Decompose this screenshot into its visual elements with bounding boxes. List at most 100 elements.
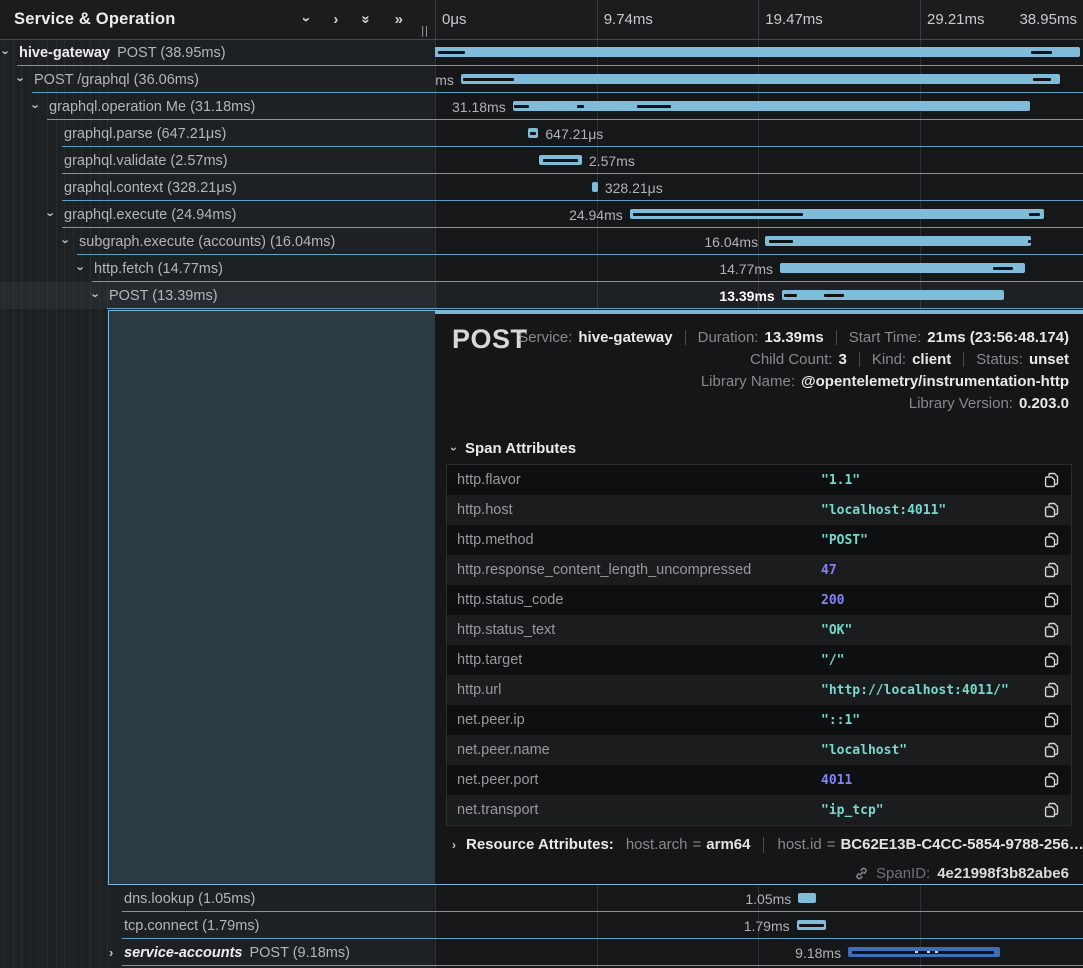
span-duration-bar[interactable]: [797, 920, 827, 930]
ruler-tick-label: 29.21ms: [927, 0, 985, 39]
span-toggle-chevron-icon[interactable]: ›: [79, 255, 83, 282]
copy-icon[interactable]: [1044, 682, 1059, 699]
span-duration-label: 14.77ms: [719, 255, 773, 282]
detail-row-bottom-border: [108, 884, 1083, 885]
span-row[interactable]: › http.fetch (14.77ms) 14.77ms: [0, 255, 1083, 282]
attribute-row: net.transport "ip_tcp": [447, 795, 1071, 825]
span-name-cell[interactable]: › POST (13.39ms): [0, 282, 435, 309]
span-attributes-header[interactable]: › Span Attributes: [452, 440, 576, 457]
span-name-cell[interactable]: graphql.parse (647.21μs): [0, 120, 435, 147]
span-name-cell[interactable]: › POST /graphql (36.06ms): [0, 66, 435, 93]
expand-one-icon[interactable]: ›: [333, 12, 338, 27]
span-row[interactable]: › POST /graphql (36.06ms) 36.06ms: [0, 66, 1083, 93]
span-row[interactable]: graphql.validate (2.57ms) 2.57ms: [0, 147, 1083, 174]
attribute-row: http.url "http://localhost:4011/": [447, 675, 1071, 705]
copy-icon[interactable]: [1044, 592, 1059, 609]
span-row[interactable]: › graphql.execute (24.94ms) 24.94ms: [0, 201, 1083, 228]
span-name-cell[interactable]: tcp.connect (1.79ms): [0, 912, 435, 939]
copy-icon[interactable]: [1044, 712, 1059, 729]
span-duration-bar[interactable]: [780, 263, 1025, 273]
span-toggle-chevron-icon[interactable]: ›: [109, 939, 113, 966]
copy-icon[interactable]: [1044, 772, 1059, 789]
span-detail-title: POST: [452, 324, 528, 355]
span-duration-bar[interactable]: [798, 893, 815, 903]
span-bar-cell: 16.04ms: [435, 228, 1083, 255]
span-bar-cell: 328.21μs: [435, 174, 1083, 201]
span-row[interactable]: › hive-gateway POST (38.95ms) 38.95ms: [0, 39, 1083, 66]
resource-attribute-value: arm64: [706, 836, 750, 853]
link-icon[interactable]: [854, 866, 869, 881]
overview-field-label: Library Version:: [909, 395, 1013, 412]
attribute-row: http.status_text "OK": [447, 615, 1071, 645]
copy-icon[interactable]: [1044, 652, 1059, 669]
span-row[interactable]: › service-accounts POST (9.18ms) 9.18ms: [0, 939, 1083, 966]
resource-attribute-key: host.arch: [626, 836, 688, 853]
span-operation-name: subgraph.execute (accounts) (16.04ms): [79, 234, 335, 250]
collapse-all-icon[interactable]: »: [359, 15, 374, 23]
span-duration-bar[interactable]: [435, 47, 1080, 57]
span-duration-bar[interactable]: [765, 236, 1031, 246]
span-id-row: SpanID: 4e21998f3b82abe6: [854, 865, 1069, 882]
attribute-value: 47: [821, 563, 837, 578]
span-duration-label: 36.06ms: [435, 66, 454, 93]
span-name-cell[interactable]: graphql.validate (2.57ms): [0, 147, 435, 174]
span-row[interactable]: tcp.connect (1.79ms) 1.79ms: [0, 912, 1083, 939]
span-toggle-chevron-icon[interactable]: ›: [19, 66, 23, 93]
overview-field-label: Library Name:: [701, 373, 795, 390]
overview-field-label: Duration:: [698, 329, 759, 346]
span-duration-bar[interactable]: [461, 74, 1060, 84]
span-row[interactable]: › POST (13.39ms) 13.39ms: [0, 282, 1083, 309]
span-name-cell[interactable]: › hive-gateway POST (38.95ms): [0, 39, 435, 66]
chevron-right-icon: ›: [452, 838, 456, 852]
span-duration-bar[interactable]: [848, 947, 1000, 957]
copy-icon[interactable]: [1044, 622, 1059, 639]
span-duration-bar[interactable]: [592, 182, 597, 192]
span-toggle-chevron-icon[interactable]: ›: [94, 282, 98, 309]
span-toggle-chevron-icon[interactable]: ›: [4, 39, 8, 66]
span-name-cell[interactable]: › subgraph.execute (accounts) (16.04ms): [0, 228, 435, 255]
expand-all-icon[interactable]: »: [395, 12, 403, 27]
span-attributes-table: http.flavor "1.1" http.host "localhost:4…: [446, 464, 1072, 826]
resource-attribute-key: host.id: [777, 836, 821, 853]
resource-attributes-row[interactable]: › Resource Attributes: host.arch=arm64ho…: [452, 836, 1083, 853]
attribute-key: http.host: [457, 502, 513, 518]
attribute-row: http.flavor "1.1": [447, 465, 1071, 495]
copy-icon[interactable]: [1044, 502, 1059, 519]
column-resizer-handle[interactable]: ||: [421, 25, 429, 37]
attribute-row: http.method "POST": [447, 525, 1071, 555]
copy-icon[interactable]: [1044, 802, 1059, 819]
attribute-key: http.response_content_length_uncompresse…: [457, 562, 751, 578]
span-name-cell[interactable]: › graphql.execute (24.94ms): [0, 201, 435, 228]
span-toggle-chevron-icon[interactable]: ›: [34, 93, 38, 120]
span-row[interactable]: graphql.context (328.21μs) 328.21μs: [0, 174, 1083, 201]
span-name-cell[interactable]: › http.fetch (14.77ms): [0, 255, 435, 282]
span-row[interactable]: graphql.parse (647.21μs) 647.21μs: [0, 120, 1083, 147]
collapse-one-icon[interactable]: ›: [299, 17, 314, 22]
span-duration-bar[interactable]: [528, 128, 539, 138]
span-name-cell[interactable]: graphql.context (328.21μs): [0, 174, 435, 201]
span-row[interactable]: dns.lookup (1.05ms) 1.05ms: [0, 885, 1083, 912]
span-row[interactable]: › graphql.operation Me (31.18ms) 31.18ms: [0, 93, 1083, 120]
span-toggle-chevron-icon[interactable]: ›: [64, 228, 68, 255]
span-row[interactable]: › subgraph.execute (accounts) (16.04ms) …: [0, 228, 1083, 255]
span-id-value: 4e21998f3b82abe6: [937, 865, 1069, 882]
span-duration-label: 31.18ms: [452, 93, 506, 120]
span-duration-bar[interactable]: [630, 209, 1044, 219]
copy-icon[interactable]: [1044, 562, 1059, 579]
attribute-row: http.response_content_length_uncompresse…: [447, 555, 1071, 585]
copy-icon[interactable]: [1044, 532, 1059, 549]
span-name-cell[interactable]: › graphql.operation Me (31.18ms): [0, 93, 435, 120]
copy-icon[interactable]: [1044, 472, 1059, 489]
span-name-cell[interactable]: dns.lookup (1.05ms): [0, 885, 435, 912]
attribute-value: "http://localhost:4011/": [821, 683, 1009, 698]
span-duration-bar[interactable]: [513, 101, 1031, 111]
copy-icon[interactable]: [1044, 742, 1059, 759]
span-duration-bar[interactable]: [539, 155, 582, 165]
span-attributes-title: Span Attributes: [465, 440, 576, 457]
ruler-tick-label: 0μs: [442, 0, 467, 39]
span-operation-name: POST (9.18ms): [249, 945, 349, 961]
span-name-cell[interactable]: › service-accounts POST (9.18ms): [0, 939, 435, 966]
span-operation-name: dns.lookup (1.05ms): [124, 891, 255, 907]
span-duration-bar[interactable]: [782, 290, 1004, 300]
span-toggle-chevron-icon[interactable]: ›: [49, 201, 53, 228]
